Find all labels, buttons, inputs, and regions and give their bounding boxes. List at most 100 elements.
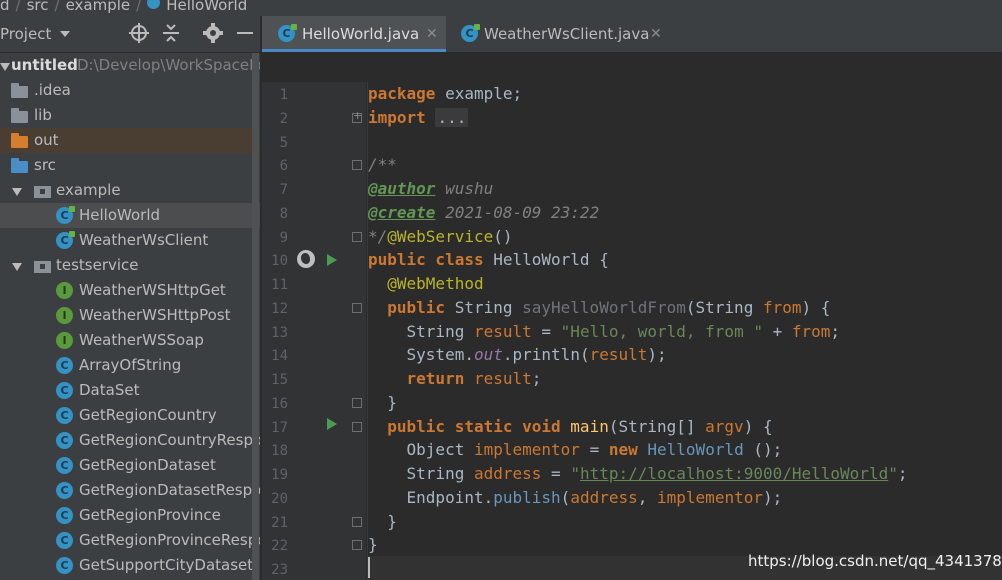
url-link[interactable]: http://localhost:9000/HelloWorld (580, 464, 888, 483)
fold-collapse-icon[interactable] (352, 422, 362, 432)
project-tree-scrollbar[interactable] (252, 53, 259, 580)
line-number: 22 (271, 538, 288, 554)
tree-item-getregioncountryresponse[interactable]: C GetRegionCountryRespo (0, 428, 260, 453)
tree-item-weatherwshttppost[interactable]: I WeatherWSHttpPost (0, 303, 260, 328)
code-text: (); (743, 440, 783, 459)
fold-collapse-icon[interactable] (352, 540, 362, 550)
code-line[interactable]: } (368, 393, 397, 412)
folded-imports[interactable]: ... (435, 108, 469, 127)
close-icon[interactable]: ✕ (650, 16, 662, 52)
minimize-icon[interactable] (234, 22, 256, 44)
run-icon[interactable] (327, 418, 337, 430)
web-service-icon[interactable] (297, 250, 315, 268)
code-text: () (493, 227, 513, 246)
tab-helloworld-java[interactable]: C HelloWorld.java ✕ (262, 16, 446, 52)
watermark: https://blog.csdn.net/qq_43413788 (748, 552, 1002, 570)
code-text: = (531, 322, 561, 341)
tree-item-weatherwsclient[interactable]: C WeatherWsClient (0, 228, 260, 253)
tree-item-label: src (34, 156, 56, 174)
tree-item-untitled[interactable]: untitled D:\Develop\WorkSpaceFo (0, 53, 260, 78)
fold-collapse-icon[interactable] (352, 232, 362, 242)
tree-item-weatherwshttpget[interactable]: I WeatherWSHttpGet (0, 278, 260, 303)
tree-item-label: testservice (56, 256, 139, 274)
tree-item-getregioncountry[interactable]: C GetRegionCountry (0, 403, 260, 428)
tree-item-src[interactable]: src (0, 153, 260, 178)
code-line[interactable]: */@WebService() (368, 227, 513, 246)
fold-collapse-icon[interactable] (352, 517, 362, 527)
locate-icon[interactable] (128, 22, 150, 44)
tree-item-out[interactable]: out (0, 128, 260, 153)
editor-tab-bar: C HelloWorld.java ✕ C WeatherWsClient.ja… (262, 16, 1002, 52)
chevron-down-icon[interactable] (0, 63, 10, 71)
close-icon[interactable]: ✕ (426, 16, 438, 52)
code-line[interactable]: Object implementor = new HelloWorld (); (368, 440, 783, 459)
folder-icon (11, 83, 28, 98)
breadcrumb-item[interactable]: HelloWorld (166, 0, 247, 13)
interface-icon: I (56, 332, 73, 349)
tree-item-lib[interactable]: lib (0, 103, 260, 128)
code-text: String (406, 464, 474, 483)
code-line[interactable]: String result = "Hello, world, from " + … (368, 322, 841, 341)
code-editor[interactable]: 1 2 5 6 7 8 9 10 11 12 13 14 15 16 17 18… (262, 52, 1002, 580)
string-literal: "Hello, world, from " (560, 322, 763, 341)
fold-collapse-icon[interactable] (352, 398, 362, 408)
tree-item-arrayofstring[interactable]: C ArrayOfString (0, 353, 260, 378)
code-line[interactable]: } (368, 535, 378, 554)
annotation: @WebService (387, 227, 494, 246)
chevron-down-icon[interactable] (60, 31, 70, 37)
code-line[interactable]: System.out.println(result); (368, 345, 667, 364)
run-icon[interactable] (327, 254, 337, 266)
code-line[interactable]: public String sayHelloWorldFrom(String f… (368, 298, 830, 317)
tree-item-getregiondatasetresponse[interactable]: C GetRegionDatasetRespor (0, 478, 260, 503)
tree-item-label: GetRegionCountry (79, 406, 217, 424)
breadcrumb-separator: / (136, 0, 142, 14)
code-line[interactable]: public class HelloWorld { (368, 250, 609, 269)
code-line[interactable]: /** (368, 155, 397, 174)
line-number: 1 (279, 87, 288, 103)
code-line[interactable]: public static void main(String[] argv) { (368, 417, 772, 436)
fold-collapse-icon[interactable] (352, 303, 362, 313)
line-number: 20 (271, 491, 288, 507)
tree-item-testservice[interactable]: testservice (0, 253, 260, 278)
code-line[interactable]: @WebMethod (368, 274, 483, 293)
chevron-down-icon[interactable] (12, 263, 22, 271)
line-number: 12 (271, 301, 288, 317)
tree-item-getsupportcitydataset[interactable]: C GetSupportCityDataset (0, 553, 260, 578)
chevron-down-icon[interactable] (12, 188, 22, 196)
tab-weatherwsclient-java[interactable]: C WeatherWsClient.java ✕ (446, 16, 670, 52)
breadcrumb-item[interactable]: src (27, 0, 49, 13)
code-line[interactable]: @create 2021-08-09 23:22 (368, 203, 599, 222)
code-line[interactable]: import ... (368, 108, 469, 127)
gear-icon[interactable] (202, 22, 224, 44)
fold-collapse-icon[interactable] (352, 160, 362, 170)
code-line[interactable]: Endpoint.publish(address, implementor); (368, 488, 783, 507)
package-icon (34, 186, 51, 198)
code-line[interactable]: } (368, 512, 397, 531)
tree-item-dataset[interactable]: C DataSet (0, 378, 260, 403)
variable: address (473, 464, 542, 483)
folder-icon (11, 133, 28, 148)
tree-item-label: GetRegionProvinceRespo (79, 531, 260, 549)
tree-item-getregiondataset[interactable]: C GetRegionDataset (0, 453, 260, 478)
collapse-all-icon[interactable] (160, 22, 182, 44)
interface-icon: I (56, 307, 73, 324)
tree-item-idea[interactable]: .idea (0, 78, 260, 103)
comment: /** (368, 155, 397, 174)
project-view-selector[interactable]: Project (0, 25, 51, 43)
code-text: ; (531, 369, 542, 388)
code-line[interactable]: package example; (368, 84, 522, 103)
javadoc-tag: @author (368, 179, 436, 198)
tree-item-weatherwssoap[interactable]: I WeatherWSSoap (0, 328, 260, 353)
breadcrumb-item[interactable]: d (0, 0, 10, 13)
tree-item-helloworld[interactable]: C HelloWorld (0, 203, 260, 228)
tree-item-example[interactable]: example (0, 178, 260, 203)
code-line[interactable]: return result; (368, 369, 542, 388)
code-line[interactable]: String address = "http://localhost:9000/… (368, 464, 908, 483)
class-icon: C (56, 407, 73, 424)
tree-item-getregionprovinceresponse[interactable]: C GetRegionProvinceRespo (0, 528, 260, 553)
fold-expand-icon[interactable] (352, 109, 362, 123)
folder-icon (11, 108, 28, 123)
tree-item-getregionprovince[interactable]: C GetRegionProvince (0, 503, 260, 528)
code-line[interactable]: @author wushu (368, 179, 493, 198)
breadcrumb-item[interactable]: example (66, 0, 131, 13)
